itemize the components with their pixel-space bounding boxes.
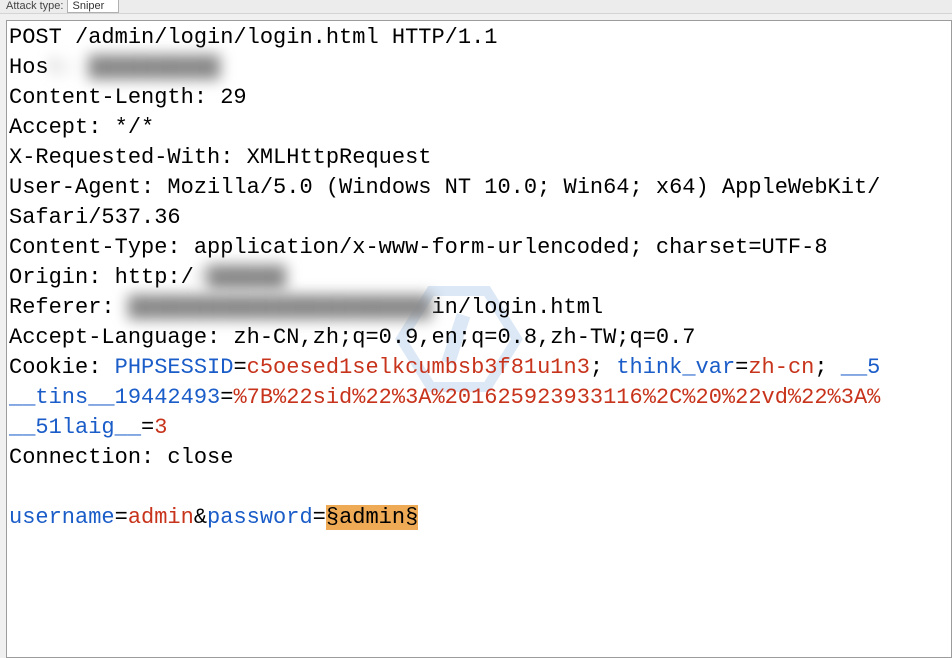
request-body: username=admin&password=§admin§ [9,505,418,530]
attack-type-label: Attack type: [6,0,63,12]
payload-marker[interactable]: §admin§ [326,505,418,530]
x-requested-with-header: X-Requested-With: XMLHttpRequest [9,145,431,170]
cookie-header-cont1: __tins__19442493=%7B%22sid%22%3A%2016259… [9,385,880,410]
cookie-header: Cookie: PHPSESSID=c5oesed1selkcumbsb3f81… [9,355,880,380]
origin-header: Origin: http://██████ [9,265,286,290]
referer-header: Referer: ███████████████████████in/login… [9,295,603,320]
attack-type-value: Sniper [72,0,104,12]
user-agent-header-cont: Safari/537.36 [9,205,181,230]
host-header: Host: ██████████ [9,55,220,80]
attack-type-select[interactable]: Sniper [67,0,119,13]
request-text[interactable]: POST /admin/login/login.html HTTP/1.1 Ho… [7,21,951,657]
cookie-header-cont2: __51laig__=3 [9,415,167,440]
user-agent-header: User-Agent: Mozilla/5.0 (Windows NT 10.0… [9,175,880,200]
accept-header: Accept: */* [9,115,154,140]
connection-header: Connection: close [9,445,233,470]
content-type-header: Content-Type: application/x-www-form-url… [9,235,828,260]
attack-type-toolbar: Attack type: Sniper [0,0,952,14]
request-editor[interactable]: POST /admin/login/login.html HTTP/1.1 Ho… [6,20,952,658]
accept-language-header: Accept-Language: zh-CN,zh;q=0.9,en;q=0.8… [9,325,696,350]
editor-container: POST /admin/login/login.html HTTP/1.1 Ho… [0,14,952,658]
request-line: POST /admin/login/login.html HTTP/1.1 [9,25,497,50]
content-length-header: Content-Length: 29 [9,85,247,110]
